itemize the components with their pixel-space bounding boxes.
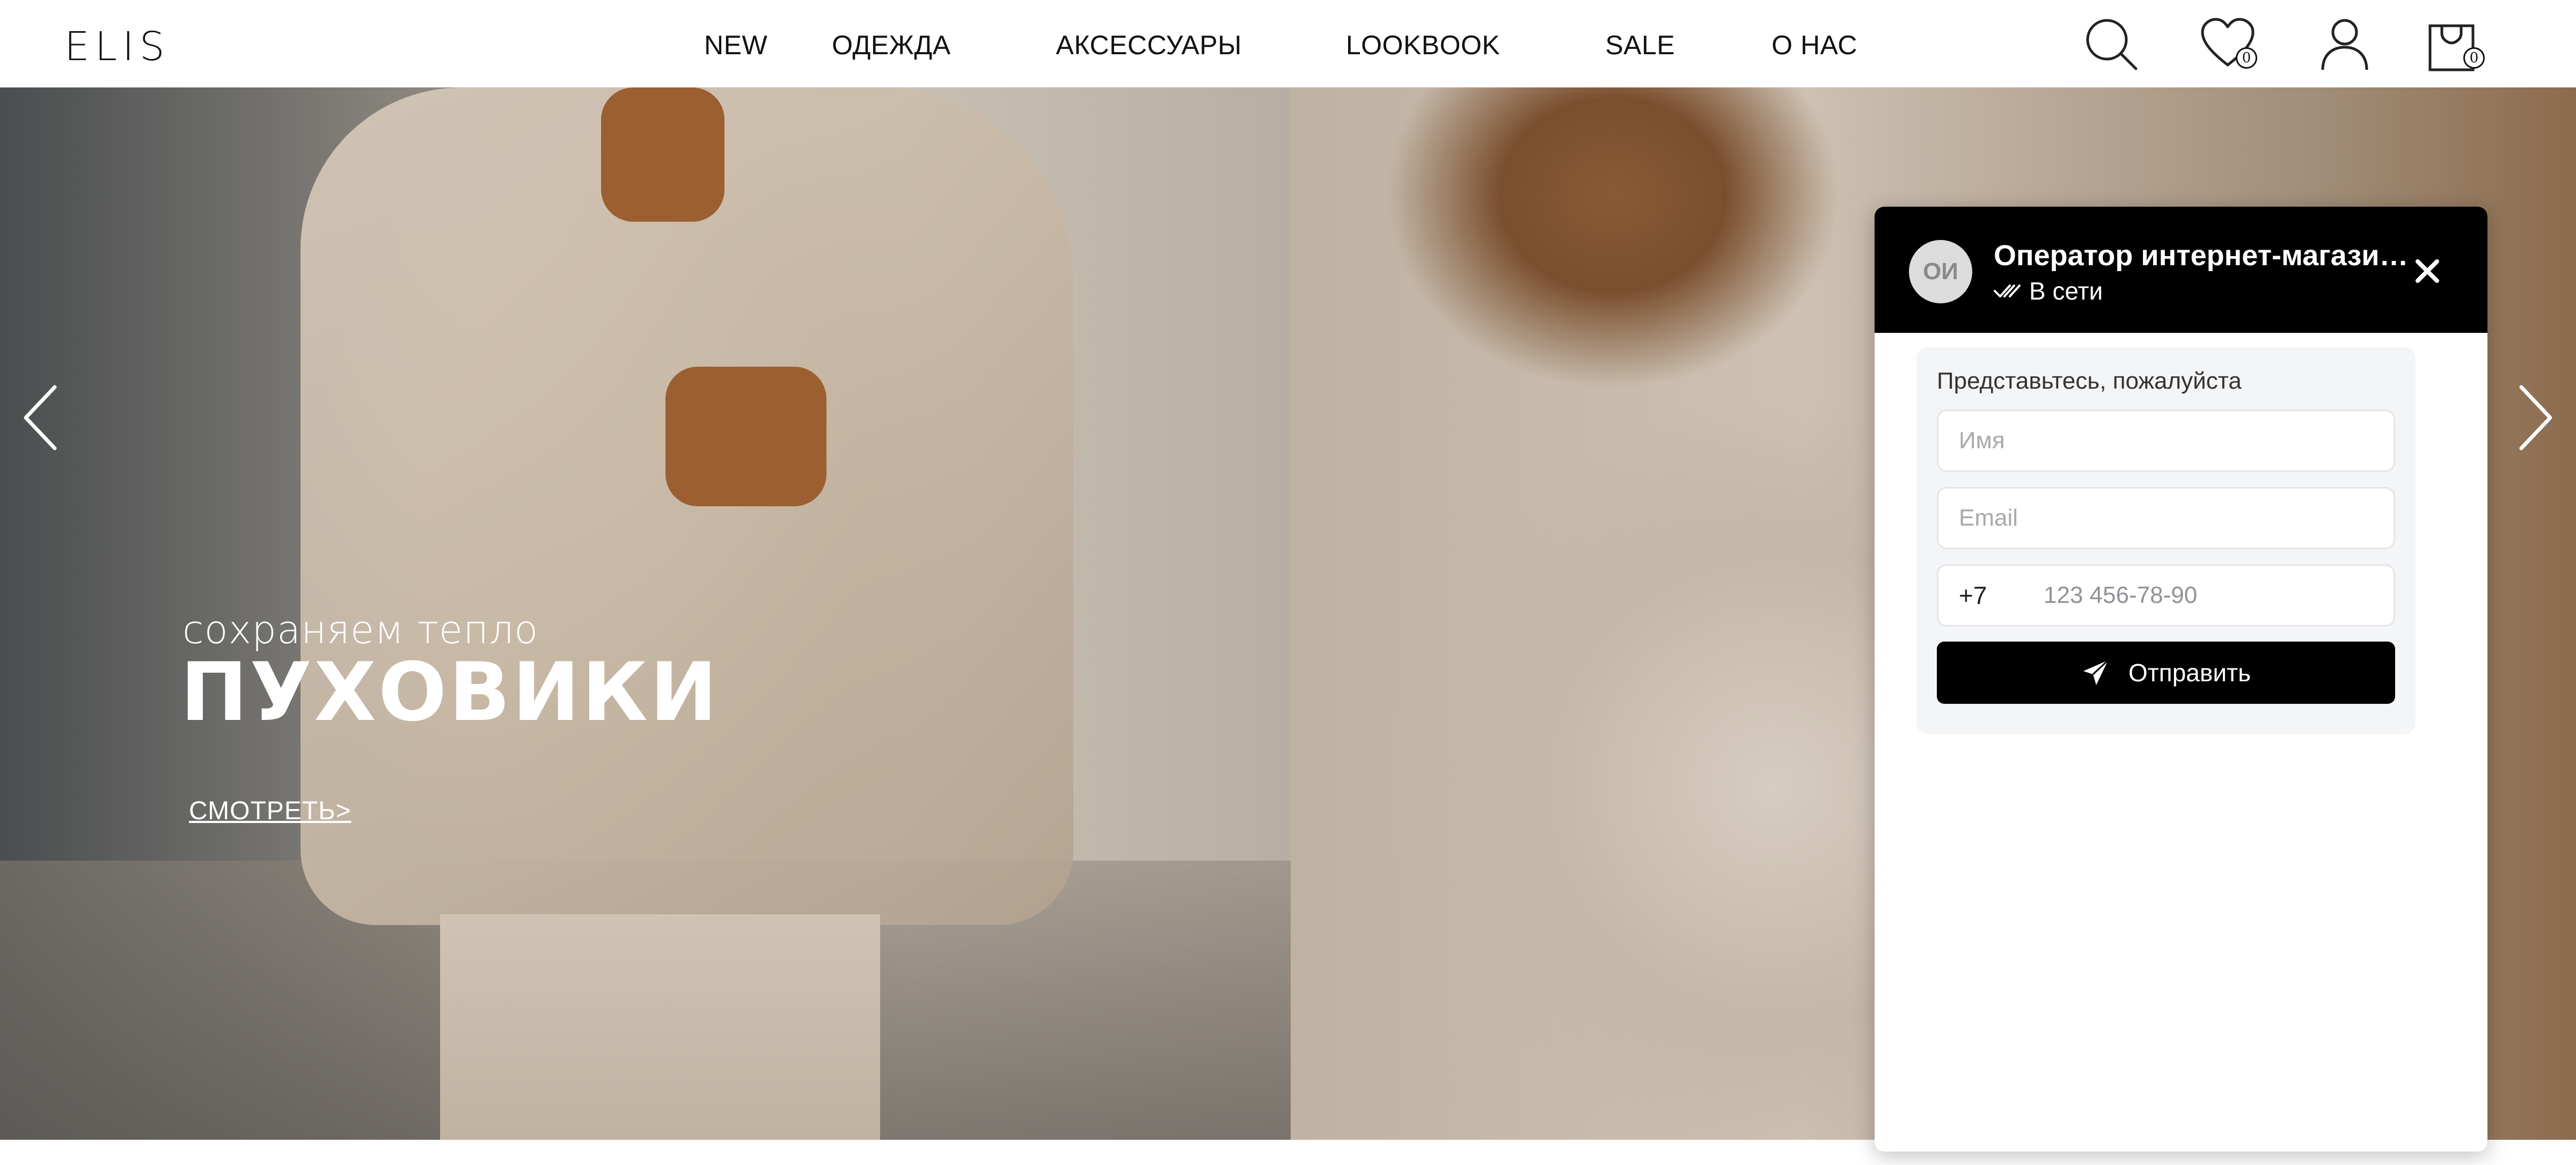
hero-title: ПУХОВИКИ — [180, 646, 720, 739]
phone-input[interactable] — [2044, 566, 2394, 625]
double-check-icon — [1994, 285, 2021, 297]
nav-item-about[interactable]: О НАС — [1772, 30, 1857, 61]
site-header: ELIS NEW ОДЕЖДА АКСЕССУАРЫ LOOKBOOK SALE… — [0, 0, 2576, 88]
nav-item-sale[interactable]: SALE — [1605, 30, 1675, 61]
email-field[interactable] — [1937, 487, 2395, 549]
send-button[interactable]: Отправить — [1937, 642, 2395, 704]
glove-decor — [601, 88, 724, 222]
cart-button[interactable]: 0 — [2426, 14, 2485, 73]
nav-item-accessories[interactable]: АКСЕССУАРЫ — [1056, 30, 1242, 61]
online-status: В сети — [1994, 276, 2103, 305]
main-nav: NEW ОДЕЖДА АКСЕССУАРЫ LOOKBOOK SALE О НА… — [665, 30, 1908, 61]
avatar: ОИ — [1909, 240, 1972, 303]
form-label: Представьтесь, пожалуйста — [1937, 368, 2242, 394]
skirt-decor — [440, 914, 880, 1140]
hero-view-link[interactable]: СМОТРЕТЬ> — [189, 796, 352, 826]
chat-header: ОИ Оператор интернет-магазина В сети — [1875, 207, 2487, 333]
logo[interactable]: ELIS — [64, 24, 170, 70]
intro-form: Представьтесь, пожалуйста +7 Отправить — [1916, 347, 2416, 734]
glove-decor — [665, 367, 826, 506]
name-field[interactable] — [1937, 410, 2395, 472]
chevron-right-icon[interactable] — [2506, 377, 2560, 458]
nav-item-new[interactable]: NEW — [704, 30, 767, 61]
phone-field[interactable]: +7 — [1937, 564, 2395, 627]
user-icon[interactable] — [2315, 14, 2374, 73]
nav-item-lookbook[interactable]: LOOKBOOK — [1346, 30, 1500, 61]
search-icon[interactable] — [2081, 14, 2140, 73]
wishlist-count-badge: 0 — [2236, 47, 2257, 69]
chevron-left-icon[interactable] — [16, 377, 70, 458]
close-icon[interactable] — [2410, 254, 2445, 288]
send-icon — [2083, 659, 2109, 685]
send-label: Отправить — [2128, 659, 2251, 687]
chat-title: Оператор интернет-магазина — [1994, 239, 2412, 272]
cart-count-badge: 0 — [2463, 47, 2485, 69]
phone-country-code[interactable]: +7 — [1938, 581, 2044, 610]
chat-widget: ОИ Оператор интернет-магазина В сети Пре… — [1875, 207, 2487, 1152]
wishlist-button[interactable]: 0 — [2198, 14, 2257, 73]
nav-item-clothing[interactable]: ОДЕЖДА — [832, 30, 950, 61]
status-text: В сети — [2029, 277, 2103, 305]
